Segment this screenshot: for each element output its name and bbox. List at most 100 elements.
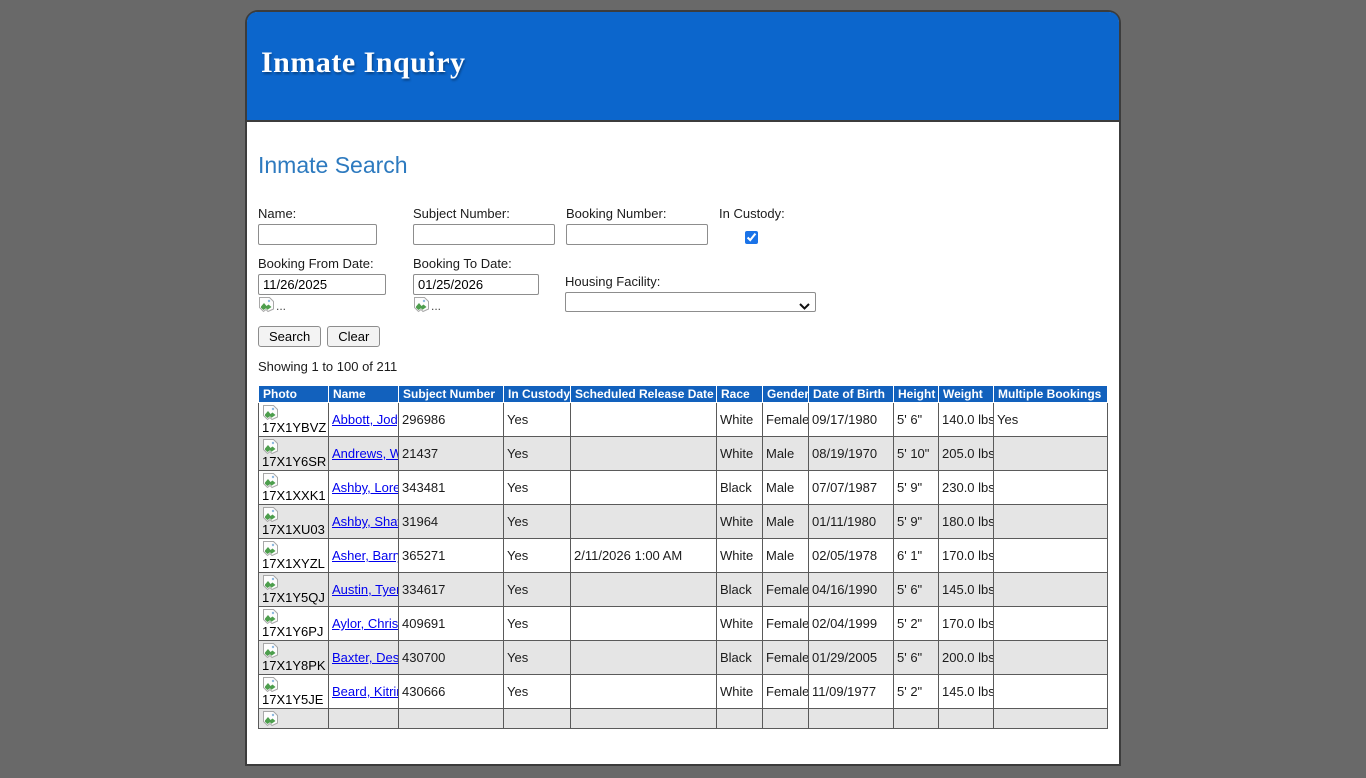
calendar-picker-from[interactable]: ... — [258, 296, 298, 313]
subject-number-input[interactable] — [413, 224, 555, 245]
broken-image-icon — [262, 438, 279, 455]
inmate-name-link[interactable]: Ashby, Lorene David — [332, 480, 399, 495]
name-field-group: Name: — [258, 206, 413, 245]
cell-scheduled-release-date — [571, 573, 717, 607]
cell-height: 5' 6" — [894, 641, 939, 675]
booking-from-label: Booking From Date: — [258, 256, 413, 271]
cell-height: 6' 1" — [894, 539, 939, 573]
booking-number-input[interactable] — [566, 224, 708, 245]
table-row: 17X1Y6SR Andrews, William Darrell 21437 … — [259, 437, 1108, 471]
cell-subject-number: 296986 — [399, 403, 504, 437]
column-header-photo: Photo — [259, 386, 329, 403]
cell-date-of-birth: 09/17/1980 — [809, 403, 894, 437]
broken-image-icon — [262, 608, 279, 625]
cell-gender: Female — [763, 573, 809, 607]
booking-number-label: Booking Number: — [566, 206, 719, 221]
cell-name — [329, 709, 399, 729]
cell-name: Beard, Kitrina Kathleen — [329, 675, 399, 709]
cell-scheduled-release-date — [571, 607, 717, 641]
cell-in-custody: Yes — [504, 573, 571, 607]
in-custody-checkbox[interactable] — [745, 231, 758, 244]
cell-in-custody: Yes — [504, 607, 571, 641]
inmate-name-link[interactable]: Ashby, Shawn Eugene — [332, 514, 399, 529]
cell-photo: 17X1Y6PJ — [259, 607, 329, 641]
photo-alt-text: 17X1Y6PJ — [262, 625, 325, 639]
subject-number-label: Subject Number: — [413, 206, 566, 221]
cell-weight: 140.0 lbs — [939, 403, 994, 437]
cell-subject-number: 365271 — [399, 539, 504, 573]
booking-from-field-group: Booking From Date: ... — [258, 256, 413, 313]
cell-scheduled-release-date — [571, 471, 717, 505]
cell-weight: 205.0 lbs — [939, 437, 994, 471]
cell-date-of-birth: 11/09/1977 — [809, 675, 894, 709]
cell-name: Austin, Tyeria Nechelle — [329, 573, 399, 607]
button-row: Search Clear — [258, 326, 1108, 347]
results-summary: Showing 1 to 100 of 211 — [258, 359, 1108, 374]
broken-image-icon — [262, 676, 279, 693]
name-input[interactable] — [258, 224, 377, 245]
clear-button[interactable]: Clear — [327, 326, 380, 347]
table-row: 17X1Y5JE Beard, Kitrina Kathleen 430666 … — [259, 675, 1108, 709]
cell-height: 5' 2" — [894, 607, 939, 641]
cell-in-custody: Yes — [504, 403, 571, 437]
inmate-name-link[interactable]: Baxter, Destiny — [332, 650, 399, 665]
broken-image-icon — [262, 710, 279, 727]
cell-photo: 17X1Y8PK — [259, 641, 329, 675]
inmate-name-link[interactable]: Aylor, Christina Lee — [332, 616, 399, 631]
cell-date-of-birth: 01/29/2005 — [809, 641, 894, 675]
cell-photo: 17X1Y5QJ — [259, 573, 329, 607]
calendar-picker-to[interactable]: ... — [413, 296, 453, 313]
cell-date-of-birth: 04/16/1990 — [809, 573, 894, 607]
cell-multiple-bookings — [994, 641, 1108, 675]
booking-to-input[interactable] — [413, 274, 539, 295]
column-header-name: Name — [329, 386, 399, 403]
cell-weight: 145.0 lbs — [939, 675, 994, 709]
cell-subject-number: 430666 — [399, 675, 504, 709]
cell-scheduled-release-date — [571, 403, 717, 437]
cell-height: 5' 9" — [894, 471, 939, 505]
broken-image-icon — [262, 574, 279, 591]
cell-photo: 17X1Y5JE — [259, 675, 329, 709]
photo-alt-text: 17X1Y6SR — [262, 455, 325, 469]
inmate-name-link[interactable]: Abbott, Jody Lyn — [332, 412, 399, 427]
booking-to-label: Booking To Date: — [413, 256, 565, 271]
cell-in-custody: Yes — [504, 675, 571, 709]
cell-gender: Female — [763, 675, 809, 709]
column-header-scheduled-release-date: Scheduled Release Date — [571, 386, 717, 403]
inmate-table: PhotoNameSubject NumberIn CustodySchedul… — [258, 385, 1108, 729]
broken-image-icon — [262, 642, 279, 659]
cell-multiple-bookings — [994, 709, 1108, 729]
cell-weight: 230.0 lbs — [939, 471, 994, 505]
column-header-gender: Gender — [763, 386, 809, 403]
cell-height — [894, 709, 939, 729]
cell-name: Abbott, Jody Lyn — [329, 403, 399, 437]
inmate-name-link[interactable]: Asher, Barry Scott — [332, 548, 399, 563]
cell-multiple-bookings — [994, 675, 1108, 709]
cell-multiple-bookings — [994, 573, 1108, 607]
inmate-name-link[interactable]: Andrews, William Darrell — [332, 446, 399, 461]
booking-number-field-group: Booking Number: — [566, 206, 719, 245]
housing-facility-select[interactable] — [565, 292, 816, 312]
cell-scheduled-release-date: 2/11/2026 1:00 AM — [571, 539, 717, 573]
cell-gender: Male — [763, 539, 809, 573]
cell-in-custody: Yes — [504, 539, 571, 573]
booking-from-input[interactable] — [258, 274, 386, 295]
inmate-table-body: 17X1YBVZ Abbott, Jody Lyn 296986 Yes Whi… — [259, 403, 1108, 729]
photo-alt-text: 17X1XXK1 — [262, 489, 325, 503]
inmate-name-link[interactable]: Beard, Kitrina Kathleen — [332, 684, 399, 699]
cell-photo: 17X1YBVZ — [259, 403, 329, 437]
cell-multiple-bookings — [994, 505, 1108, 539]
in-custody-field-group: In Custody: — [719, 206, 809, 247]
inmate-name-link[interactable]: Austin, Tyeria Nechelle — [332, 582, 399, 597]
table-row — [259, 709, 1108, 729]
broken-image-icon — [258, 296, 275, 313]
cell-multiple-bookings — [994, 471, 1108, 505]
name-label: Name: — [258, 206, 413, 221]
cell-name: Ashby, Lorene David — [329, 471, 399, 505]
photo-alt-text: 17X1Y5QJ — [262, 591, 325, 605]
search-button[interactable]: Search — [258, 326, 321, 347]
cell-weight: 200.0 lbs — [939, 641, 994, 675]
cell-photo: 17X1XYZL — [259, 539, 329, 573]
cell-race: White — [717, 403, 763, 437]
cell-gender: Male — [763, 505, 809, 539]
